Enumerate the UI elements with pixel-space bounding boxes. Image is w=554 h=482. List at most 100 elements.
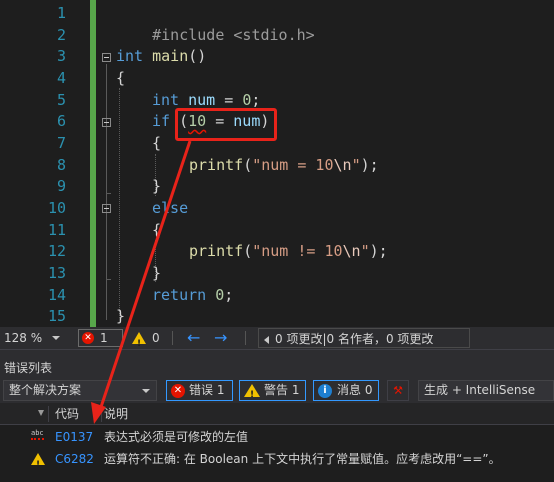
error-code-link[interactable]: C6282 (55, 448, 94, 470)
editor-status-bar: 128 % ✕ 1 0 ← → 0 项更改|0 名作者，0 项更改 (0, 327, 554, 355)
escape-sequence: \n (342, 242, 361, 260)
line-number: 12 (47, 242, 66, 260)
code-line-13[interactable]: } (152, 263, 161, 285)
warnings-filter-button[interactable]: 警告 1 (239, 380, 306, 405)
keyword: if (152, 112, 171, 130)
navigate-back-button[interactable]: ← (187, 327, 200, 349)
spelling-error-icon: abc (31, 429, 44, 440)
number-literal: 0 (215, 286, 225, 304)
fold-end-tick (106, 279, 111, 280)
scope-dropdown[interactable]: 整个解决方案 (3, 380, 157, 401)
errors-filter-label: 错误 1 (189, 383, 225, 397)
codelens-changes[interactable]: 0 项更改|0 名作者，0 项更改 (258, 328, 470, 348)
brace: } (116, 307, 126, 325)
code-line-4[interactable]: { (116, 68, 125, 90)
code-line-14[interactable]: return 0; (152, 285, 233, 307)
collapse-if-icon[interactable] (102, 118, 111, 127)
collapse-else-icon[interactable] (102, 204, 111, 213)
keyword: int (152, 91, 180, 109)
line-number: 3 (56, 47, 66, 65)
string-literal: " (351, 156, 361, 174)
line-number: 10 (47, 199, 66, 217)
fold-region-line (106, 64, 107, 320)
annotation-highlight-box (175, 108, 277, 141)
variable: num (188, 91, 216, 109)
chevron-down-icon (142, 389, 150, 393)
code-line-7[interactable]: { (152, 133, 161, 155)
line-number: 6 (56, 112, 66, 130)
error-count: 1 (100, 331, 108, 345)
navigate-forward-button[interactable]: → (214, 327, 227, 349)
indent-guide (119, 88, 120, 318)
zoom-level-dropdown[interactable]: 128 % (0, 327, 64, 349)
preprocessor-include: #include <stdio.h> (152, 25, 315, 44)
brace: { (152, 134, 162, 152)
code-line-3[interactable]: int main() (116, 46, 206, 68)
divider (245, 331, 246, 345)
brace: } (152, 177, 162, 195)
messages-filter-label: 消息 0 (337, 383, 373, 397)
warning-count-indicator[interactable]: 0 (132, 327, 160, 355)
collapse-main-icon[interactable] (102, 53, 111, 62)
line-number: 1 (56, 4, 66, 22)
function-name: printf (189, 242, 244, 260)
chevron-down-icon (52, 336, 60, 340)
line-number: 5 (56, 91, 66, 109)
punctuation: ( (243, 242, 253, 260)
scope-value: 整个解决方案 (9, 383, 82, 397)
string-literal: "num = 10 (252, 156, 334, 174)
fold-end-tick (106, 193, 111, 194)
brace: } (152, 264, 162, 282)
line-number: 2 (56, 26, 66, 44)
divider (172, 331, 173, 345)
code-line-15[interactable]: } (116, 306, 125, 327)
zoom-level-value: 128 % (4, 331, 43, 345)
warning-count: 0 (152, 331, 160, 345)
column-divider[interactable] (48, 406, 49, 422)
function-name: main (152, 47, 189, 65)
code-editor[interactable]: 1 2 3 4 5 6 7 8 9 10 11 12 13 14 15 #inc… (0, 0, 554, 327)
number-literal: 0 (242, 91, 252, 109)
brace: { (152, 221, 162, 239)
error-code-link[interactable]: E0137 (55, 426, 93, 448)
filter-icon[interactable]: ⚒ (387, 380, 409, 401)
change-tracking-bar (90, 0, 96, 327)
column-divider[interactable] (101, 406, 102, 422)
error-description: 表达式必须是可修改的左值 (104, 430, 249, 444)
code-line-11[interactable]: { (152, 220, 161, 242)
build-intellisense-dropdown[interactable]: 生成 + IntelliSense (418, 380, 554, 401)
operator: = (215, 91, 243, 109)
punctuation: ); (360, 156, 379, 174)
line-number: 7 (56, 134, 66, 152)
error-count-indicator[interactable]: ✕ 1 (78, 329, 123, 347)
line-number: 14 (47, 286, 66, 304)
line-number-gutter: 1 2 3 4 5 6 7 8 9 10 11 12 13 14 15 (0, 0, 72, 327)
warning-icon (132, 332, 146, 355)
keyword: int (116, 47, 144, 65)
code-line-8[interactable]: printf("num = 10\n"); (189, 155, 379, 177)
code-line-10[interactable]: else (152, 198, 188, 220)
error-description: 运算符不正确: 在 Boolean 上下文中执行了常量赋值。应考虑改用“==”。 (104, 452, 501, 466)
code-line-12[interactable]: printf("num != 10\n"); (189, 241, 388, 263)
column-filter-icon[interactable] (38, 410, 44, 416)
code-line-9[interactable]: } (152, 176, 161, 198)
messages-filter-button[interactable]: i 消息 0 (313, 380, 379, 401)
line-number: 8 (56, 156, 66, 174)
column-header-description[interactable]: 说明 (104, 403, 128, 425)
error-icon: ✕ (82, 332, 94, 344)
punctuation: ( (243, 156, 253, 174)
table-row[interactable]: C6282 运算符不正确: 在 Boolean 上下文中执行了常量赋值。应考虑改… (0, 448, 554, 476)
errors-filter-button[interactable]: ✕ 错误 1 (166, 380, 233, 401)
semicolon: ; (224, 286, 234, 304)
error-icon: ✕ (171, 383, 185, 398)
info-icon: i (318, 383, 332, 398)
warning-icon (31, 453, 45, 476)
error-list-toolbar: 整个解决方案 ✕ 错误 1 警告 1 i 消息 0 ⚒ 生成 + Intelli… (0, 379, 554, 405)
keyword: return (152, 286, 207, 304)
column-header-code[interactable]: 代码 (55, 403, 79, 425)
table-row[interactable]: abc E0137 表达式必须是可修改的左值 (0, 426, 554, 448)
warnings-filter-label: 警告 1 (264, 383, 300, 397)
build-filter-value: 生成 + IntelliSense (424, 383, 536, 397)
semicolon: ; (251, 91, 261, 109)
line-number: 11 (47, 221, 66, 239)
